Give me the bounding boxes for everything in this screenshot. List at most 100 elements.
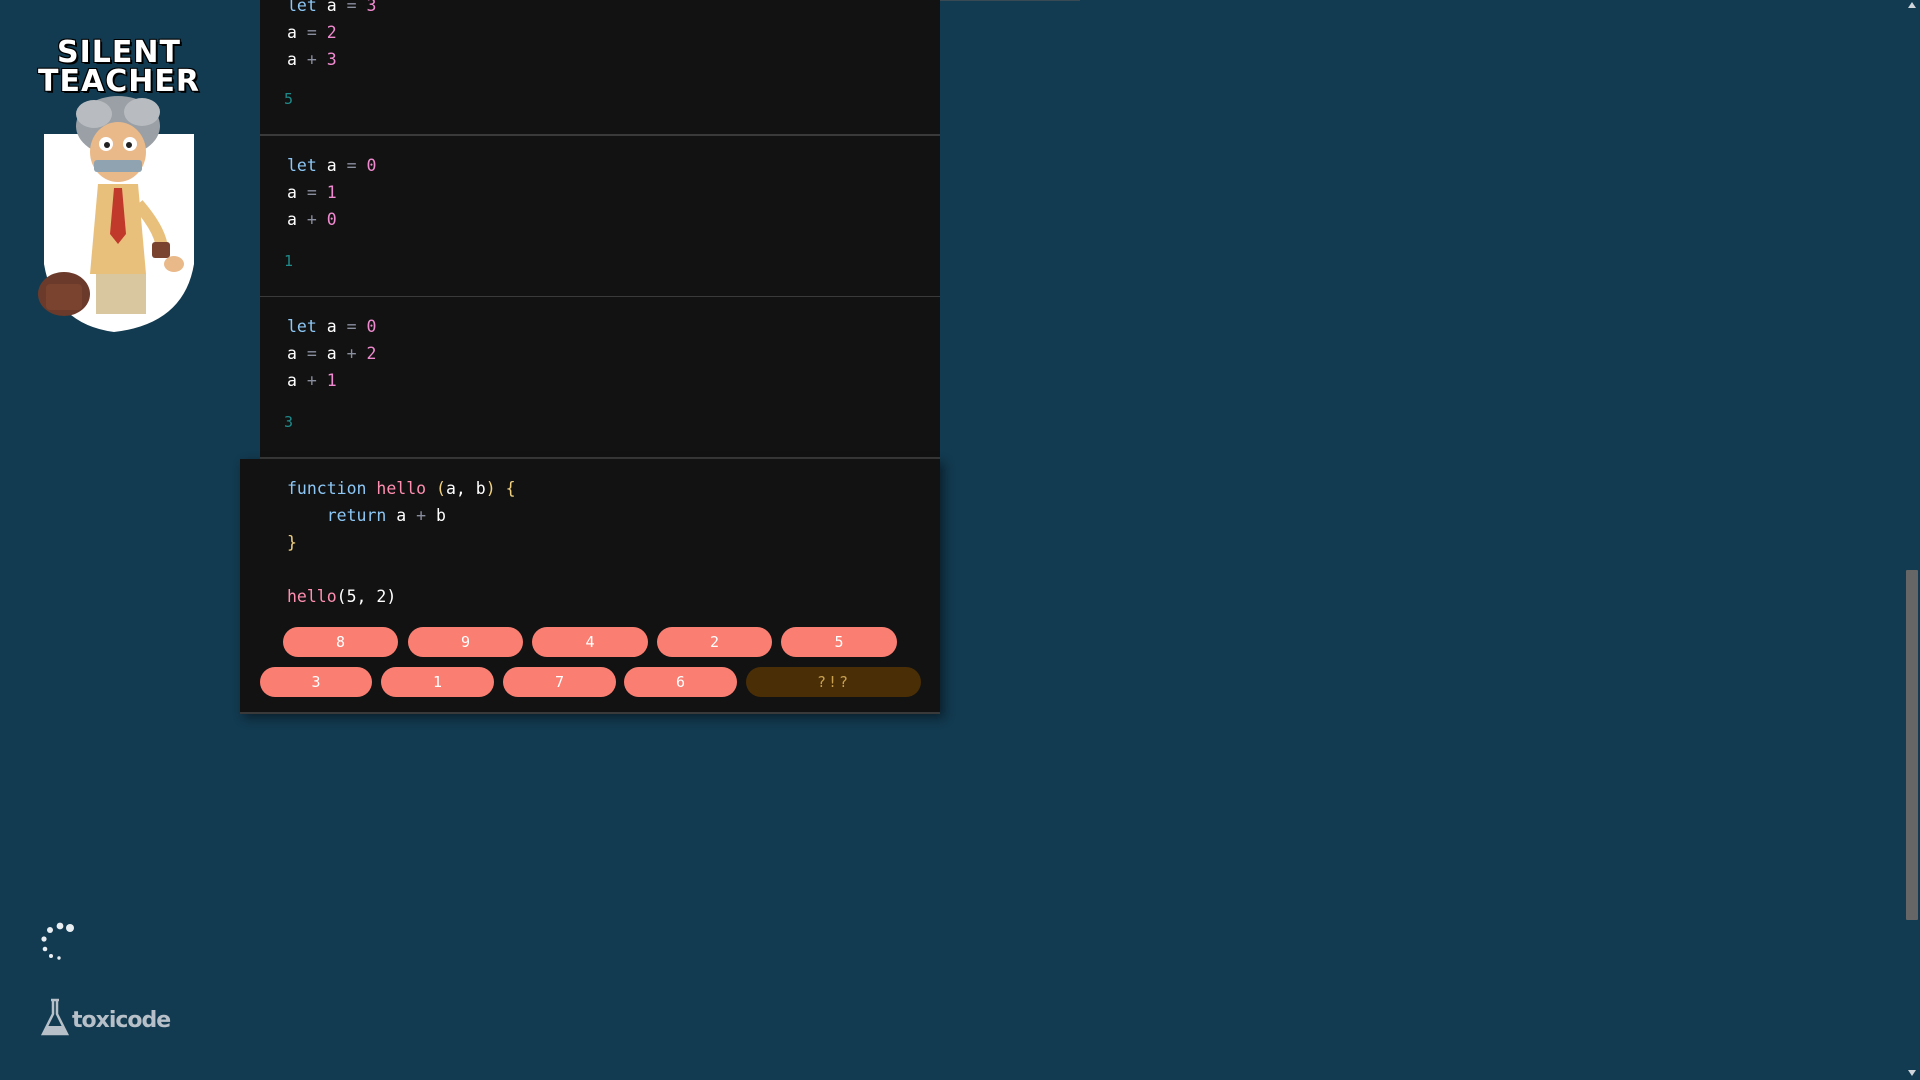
code-token: a <box>326 317 337 336</box>
logo-title-line1: SILENT <box>57 35 181 70</box>
code-token: a <box>287 183 297 202</box>
logo-title: SILENT TEACHER <box>34 35 204 99</box>
code-token: a <box>287 210 297 229</box>
code-token: = <box>306 23 317 42</box>
logo-title-line2: TEACHER <box>38 64 200 99</box>
code-history-panel: let a = 0 a = 1 a + 0 1 <box>260 136 940 298</box>
question-code-block: function hello (a, b) { return a + b } h… <box>287 475 516 610</box>
code-token: let <box>287 317 317 336</box>
answer-button[interactable]: 3 <box>260 667 372 697</box>
code-token: b <box>475 479 486 498</box>
code-token: + <box>306 371 317 390</box>
code-output: 5 <box>284 90 294 108</box>
code-token: = <box>346 156 357 175</box>
answer-button[interactable]: 9 <box>408 627 523 657</box>
code-token: let <box>287 0 317 15</box>
code-token: 3 <box>366 0 377 15</box>
code-token: = <box>306 344 317 363</box>
code-token: 1 <box>326 183 337 202</box>
code-token: a <box>326 0 337 15</box>
code-token: ) <box>485 479 496 498</box>
answer-button[interactable]: 6 <box>624 667 737 697</box>
answer-button[interactable]: 7 <box>503 667 616 697</box>
loading-spinner-icon <box>41 922 74 960</box>
code-token: 2 <box>366 344 377 363</box>
code-token: 2 <box>376 587 387 606</box>
answer-button[interactable]: 2 <box>657 627 772 657</box>
code-history-panel: let a = 3 a = 2 a + 3 5 <box>260 0 940 136</box>
flask-icon <box>40 998 70 1036</box>
answer-button[interactable]: 4 <box>532 627 648 657</box>
code-token: = <box>346 0 357 15</box>
silent-teacher-logo: SILENT TEACHER <box>34 35 208 332</box>
teacher-character-image <box>38 96 194 332</box>
code-token: a <box>287 344 297 363</box>
code-token: ( <box>336 587 347 606</box>
code-token: hello <box>376 479 427 498</box>
code-history-panel: let a = 0 a = a + 2 a + 1 3 <box>260 297 940 459</box>
code-token: + <box>416 506 427 525</box>
code-token: a <box>326 156 337 175</box>
code-token: = <box>346 317 357 336</box>
special-answer-button[interactable]: ?!? <box>746 667 921 697</box>
code-token: a <box>287 50 297 69</box>
scroll-up-arrow-icon[interactable] <box>1908 2 1916 8</box>
code-token: } <box>287 533 297 552</box>
code-block: let a = 0 a = 1 a + 0 <box>287 152 376 233</box>
code-token: 3 <box>326 50 337 69</box>
code-token: function <box>287 479 367 498</box>
code-token: = <box>306 183 317 202</box>
code-token: a <box>326 344 337 363</box>
code-block: let a = 0 a = a + 2 a + 1 <box>287 313 376 394</box>
code-token: 5 <box>346 587 357 606</box>
code-token: , <box>455 479 466 498</box>
code-output: 3 <box>284 413 294 431</box>
code-token: let <box>287 156 317 175</box>
code-token: hello <box>287 587 337 606</box>
code-token: a <box>396 506 407 525</box>
code-token: ( <box>436 479 446 498</box>
answer-button[interactable]: 1 <box>381 667 494 697</box>
scrollbar-thumb[interactable] <box>1906 570 1918 920</box>
code-token: 1 <box>326 371 337 390</box>
code-token: , <box>356 587 367 606</box>
code-token: { <box>505 479 516 498</box>
question-panel: function hello (a, b) { return a + b } h… <box>240 459 940 714</box>
scroll-down-arrow-icon[interactable] <box>1908 1070 1916 1076</box>
code-token: 2 <box>326 23 337 42</box>
code-token: ) <box>386 587 397 606</box>
answer-button[interactable]: 8 <box>283 627 398 657</box>
code-token: a <box>445 479 456 498</box>
code-token: + <box>346 344 357 363</box>
answer-button[interactable]: 5 <box>781 627 897 657</box>
code-token: + <box>306 50 317 69</box>
code-block: let a = 3 a = 2 a + 3 <box>287 0 376 73</box>
toxicode-brand[interactable]: toxicode <box>40 996 171 1040</box>
